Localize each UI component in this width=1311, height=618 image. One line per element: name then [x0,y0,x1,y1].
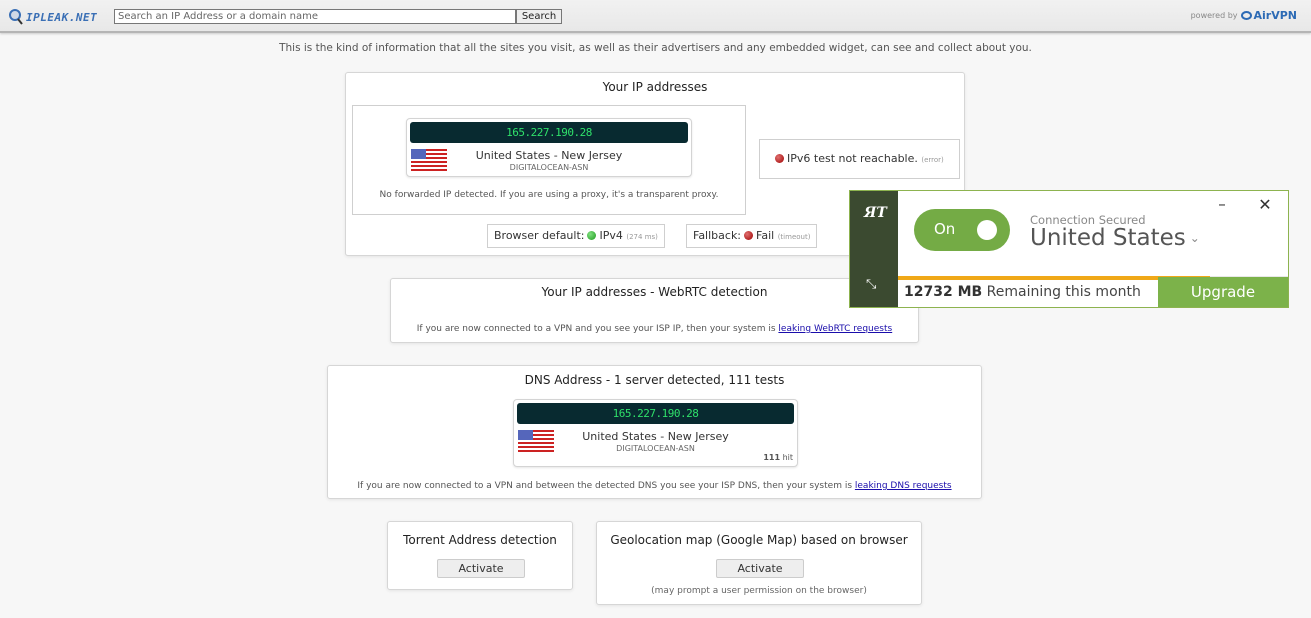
dns-hits: 111 hit [763,453,793,462]
status-fail-icon [775,154,784,163]
browser-default-value: IPv4 [599,229,623,242]
torrent-activate-button[interactable]: Activate [437,559,525,578]
geolocation-section: Geolocation map (Google Map) based on br… [596,521,922,605]
airvpn-brand[interactable]: AirVPN [1240,9,1298,22]
search-input[interactable] [114,9,516,24]
logo-text: IPLEAK.NET [26,10,98,24]
dns-note: If you are now connected to a VPN and be… [328,481,981,491]
fallback-label: Fallback: [693,229,742,242]
location: United States - New Jersey [475,149,623,162]
status-ok-icon [587,231,597,240]
section-title: Torrent Address detection [403,533,557,547]
ipv6-box: IPv6 test not reachable. (error) [759,139,960,179]
section-title: Geolocation map (Google Map) based on br… [610,533,908,547]
remaining-amount: 12732 MB [904,284,983,300]
dns-ip-address[interactable]: 165.227.190.28 [517,403,794,424]
ip-address[interactable]: 165.227.190.28 [410,122,688,143]
asn: DIGITALOCEAN-ASN [509,163,589,172]
webrtc-note-text: If you are now connected to a VPN and yo… [416,324,776,334]
vpn-toggle[interactable]: On [914,209,1010,251]
dns-hits-count: 111 [763,453,781,462]
remaining-label: Remaining this month [986,284,1141,300]
vpn-logo-icon: ЯT [864,205,887,221]
close-icon[interactable]: ✕ [1257,195,1273,215]
dns-hits-label: hit [782,453,793,462]
vpn-widget: ЯT ⤡ On Connection Secured United States… [849,190,1289,308]
country-selector[interactable]: United States ⌄ [1030,225,1200,251]
airvpn-name: AirVPN [1253,9,1298,22]
fallback-box: Fallback: Fail (timeout) [686,224,818,248]
dns-ip-card: 165.227.190.28 United States - New Jerse… [513,399,798,467]
remaining-data: 12732 MB Remaining this month [904,284,1141,300]
toggle-knob [977,220,997,240]
torrent-section: Torrent Address detection Activate [387,521,573,590]
ipv6-status: IPv6 test not reachable. [787,152,918,165]
ipv6-detail: (error) [921,156,944,164]
fallback-value: Fail [756,229,775,242]
leaking-webrtc-link[interactable]: leaking WebRTC requests [778,324,892,334]
powered-by-label: powered by [1190,11,1238,20]
fallback-detail: (timeout) [777,233,811,241]
webrtc-note: If you are now connected to a VPN and yo… [391,324,918,334]
forwarded-ip-note: No forwarded IP detected. If you are usi… [379,190,719,200]
dns-section: DNS Address - 1 server detected, 111 tes… [327,365,982,499]
expand-icon[interactable]: ⤡ [866,277,876,292]
webrtc-section: Your IP addresses - WebRTC detection If … [390,278,919,343]
magnifier-logo-icon [9,9,23,25]
country-name: United States [1030,225,1186,251]
upgrade-button[interactable]: Upgrade [1158,277,1288,307]
section-title: Your IP addresses [602,80,708,94]
section-title: DNS Address - 1 server detected, 111 tes… [524,373,785,387]
ip-card: 165.227.190.28 United States - New Jerse… [406,118,692,177]
airvpn-logo-icon [1240,11,1252,20]
geo-note: (may prompt a user permission on the bro… [651,586,867,596]
dns-location: United States - New Jersey [582,430,729,443]
chevron-down-icon: ⌄ [1189,231,1200,245]
vpn-sidebar: ЯT ⤡ [850,191,898,307]
site-logo[interactable]: IPLEAK.NET [8,8,97,26]
intro-text: This is the kind of information that all… [279,42,1032,54]
top-bar: IPLEAK.NET Search powered by AirVPN [0,0,1311,33]
search-button[interactable]: Search [516,9,562,24]
browser-default-label: Browser default: [494,229,585,242]
browser-default-time: (274 ms) [626,233,658,241]
dns-asn: DIGITALOCEAN-ASN [616,444,695,453]
leaking-dns-link[interactable]: leaking DNS requests [855,481,952,491]
section-title: Your IP addresses - WebRTC detection [541,285,768,299]
status-fail-icon [744,231,754,240]
ipv4-box: 165.227.190.28 United States - New Jerse… [352,105,746,215]
powered-by[interactable]: powered by AirVPN [1191,9,1297,22]
minimize-icon[interactable]: – [1214,195,1230,215]
dns-note-text: If you are now connected to a VPN and be… [357,481,853,491]
browser-default-box: Browser default: IPv4 (274 ms) [487,224,665,248]
toggle-label: On [934,220,956,238]
geo-activate-button[interactable]: Activate [716,559,804,578]
